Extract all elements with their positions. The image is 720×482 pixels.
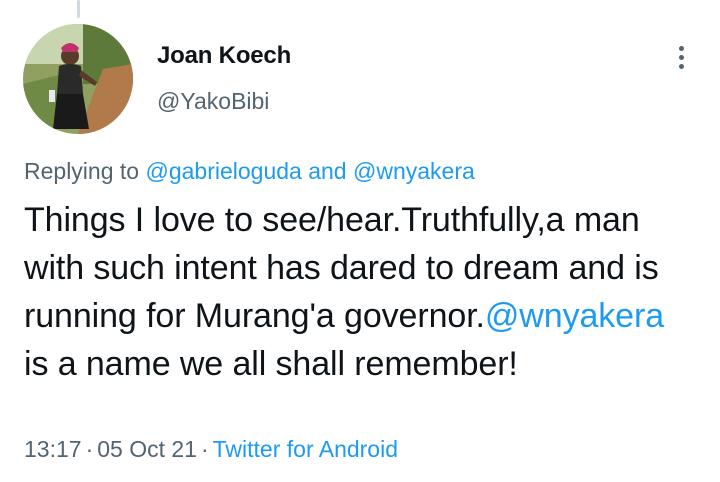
more-options-icon[interactable] [664, 40, 698, 74]
replying-prefix: Replying to [24, 158, 140, 184]
tweet-time[interactable]: 13:17 [24, 436, 82, 462]
tweet-date[interactable]: 05 Oct 21 [97, 436, 197, 462]
tweet-mention-link[interactable]: @wnyakera [485, 297, 664, 335]
author-name[interactable]: Joan Koech [157, 42, 291, 70]
thread-connector-line [77, 0, 80, 18]
avatar[interactable] [23, 24, 133, 134]
dot [678, 45, 684, 51]
mention-link-gabrieloguda[interactable]: @gabrieloguda [145, 158, 301, 184]
separator: · [85, 436, 94, 462]
mention-link-wnyakera[interactable]: @wnyakera [353, 158, 475, 184]
tweet-meta: 13:17 · 05 Oct 21 · Twitter for Android [24, 436, 398, 463]
replying-and[interactable]: and [308, 158, 346, 184]
replying-to-line: Replying to @gabrieloguda and @wnyakera [24, 158, 475, 185]
tweet-text-part2: is a name we all shall remember! [24, 345, 518, 383]
tweet-source-link[interactable]: Twitter for Android [213, 436, 398, 462]
profile-photo-icon [23, 24, 133, 134]
author-handle[interactable]: @YakoBibi [157, 88, 269, 115]
tweet-text: Things I love to see/hear.Truthfully,a m… [24, 196, 696, 388]
separator: · [200, 436, 209, 462]
dot [678, 54, 684, 60]
dot [678, 63, 684, 69]
